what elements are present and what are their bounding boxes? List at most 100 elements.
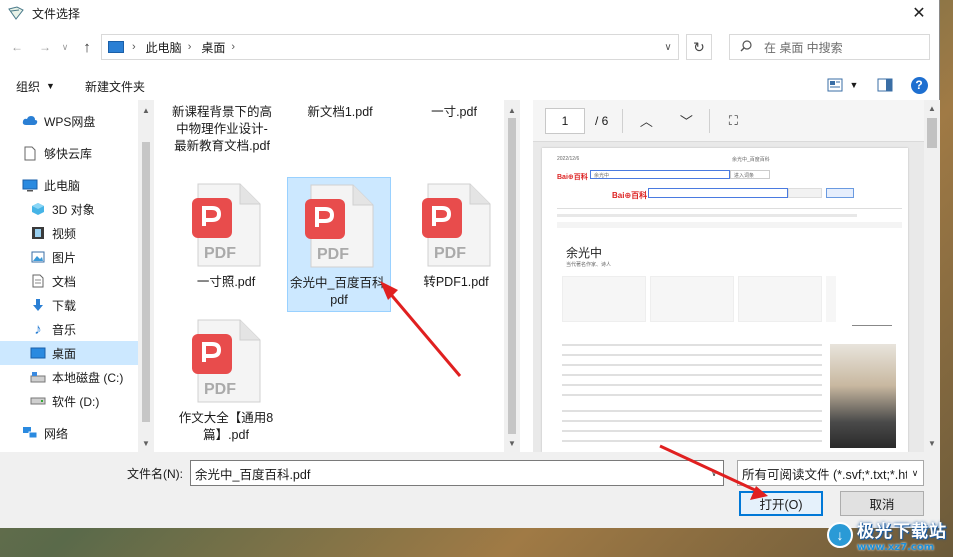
file-item-selected[interactable]: PDF 余光中_百度百科.pdf — [287, 177, 391, 312]
file-name: 转PDF1.pdf — [423, 275, 489, 289]
svg-text:PDF: PDF — [317, 246, 349, 263]
scrollbar-thumb[interactable] — [927, 118, 937, 148]
search-placeholder: 在 桌面 中搜索 — [764, 40, 843, 55]
window-title: 文件选择 — [32, 6, 81, 21]
desktop-icon — [30, 345, 46, 361]
sidebar-item-label: 本地磁盘 (C:) — [52, 370, 124, 385]
app-icon — [8, 6, 24, 20]
organize-button[interactable]: 组织 ▼ — [16, 78, 55, 95]
address-bar[interactable]: › 此电脑 › 桌面 › — [101, 34, 679, 60]
open-button[interactable]: 打开(O) — [739, 491, 823, 516]
svg-text:PDF: PDF — [204, 245, 236, 262]
help-button[interactable]: ? — [908, 74, 930, 96]
cancel-button[interactable]: 取消 — [840, 491, 924, 516]
file-type-filter[interactable]: 所有可阅读文件 (*.svf;*.txt;*.ht ∨ — [737, 460, 924, 486]
drive-icon — [30, 369, 46, 385]
up-arrow-icon[interactable]: ↑ — [76, 36, 98, 58]
filename-input[interactable]: 余光中_百度百科.pdf ∨ — [190, 460, 724, 486]
forward-arrow-icon[interactable]: → — [34, 36, 56, 58]
back-arrow-icon[interactable]: ← — [6, 36, 28, 58]
breadcrumb-desktop[interactable]: 桌面 — [201, 39, 225, 56]
refresh-button[interactable]: ↻ — [686, 34, 712, 60]
title-bar: 文件选择 ✕ — [0, 0, 939, 26]
navigation-pane: WPS网盘 够快云库 此电脑 3D 对象 视频 图片 文档 下载 ♪ 音乐 桌面… — [0, 100, 154, 452]
fit-page-icon[interactable]: ⛶ — [718, 108, 748, 134]
pdf-file-icon: PDF — [190, 318, 262, 404]
file-name: 作文大全【通用8篇】.pdf — [178, 411, 274, 442]
sidebar-item-network[interactable]: 网络 — [0, 421, 138, 445]
file-name: 新文档1.pdf — [307, 105, 373, 119]
sidebar-item-desktop[interactable]: 桌面 — [0, 341, 138, 365]
preview-toolbar: 1 / 6 ︿ ﹀ ⛶ — [533, 100, 940, 142]
doc-person-name: 余光中 — [566, 246, 603, 260]
previous-page-icon[interactable]: ︿ — [631, 108, 661, 134]
scrollbar-thumb[interactable] — [508, 118, 516, 434]
file-item[interactable]: 新课程背景下的高中物理作业设计-最新教育文档.pdf — [170, 104, 274, 155]
preview-scrollbar[interactable]: ▲ ▼ — [924, 100, 940, 452]
file-item[interactable]: PDF 一寸照.pdf — [174, 182, 278, 291]
new-folder-button[interactable]: 新建文件夹 — [85, 78, 145, 95]
sidebar-item-gokuai[interactable]: 够快云库 — [0, 141, 138, 165]
sidebar-item-videos[interactable]: 视频 — [0, 221, 138, 245]
file-list-scrollbar[interactable]: ▲ ▼ — [504, 100, 520, 452]
sidebar-item-3d-objects[interactable]: 3D 对象 — [0, 197, 138, 221]
page-number-input[interactable]: 1 — [545, 107, 585, 134]
chevron-right-icon[interactable]: › — [231, 41, 235, 53]
pdf-file-icon: PDF — [190, 182, 262, 268]
sidebar-item-downloads[interactable]: 下载 — [0, 293, 138, 317]
caret-down-icon[interactable]: ▼ — [848, 74, 860, 96]
sidebar-item-label: 3D 对象 — [52, 202, 95, 217]
chevron-right-icon[interactable]: › — [132, 41, 136, 53]
sidebar-item-label: 文档 — [52, 274, 77, 289]
sidebar-item-label: WPS网盘 — [44, 114, 96, 129]
breadcrumb-this-pc[interactable]: 此电脑 — [146, 39, 182, 56]
sidebar-item-pictures[interactable]: 图片 — [0, 245, 138, 269]
file-item[interactable]: PDF 转PDF1.pdf — [404, 182, 508, 291]
sidebar-item-local-disk-c[interactable]: 本地磁盘 (C:) — [0, 365, 138, 389]
scroll-up-icon[interactable]: ▲ — [508, 106, 516, 115]
watermark-logo-icon: ↓ — [827, 522, 853, 548]
pdf-file-icon: PDF — [303, 183, 375, 269]
view-controls: ▼ ? — [818, 74, 930, 96]
sidebar-scrollbar[interactable]: ▲ ▼ — [138, 100, 154, 452]
scroll-down-icon[interactable]: ▼ — [142, 439, 150, 448]
sidebar-item-label: 下载 — [52, 298, 77, 313]
scroll-up-icon[interactable]: ▲ — [928, 104, 936, 113]
divider — [709, 108, 711, 133]
scroll-up-icon[interactable]: ▲ — [142, 106, 150, 115]
baidu-logo: Bai⊕百科 — [557, 174, 588, 181]
file-name: 一寸.pdf — [431, 105, 477, 119]
svg-text:PDF: PDF — [204, 381, 236, 398]
close-button[interactable]: ✕ — [899, 0, 939, 26]
document-icon — [22, 145, 38, 161]
file-item[interactable]: PDF 作文大全【通用8篇】.pdf — [174, 318, 278, 444]
preview-pane-icon[interactable] — [874, 74, 896, 96]
file-name: 新课程背景下的高中物理作业设计-最新教育文档.pdf — [171, 105, 272, 153]
address-dropdown-icon[interactable]: ∨ — [657, 34, 679, 60]
recent-locations-chevron-icon[interactable]: ∨ — [58, 36, 72, 58]
scroll-down-icon[interactable]: ▼ — [508, 439, 516, 448]
caret-down-icon: ▼ — [46, 81, 55, 91]
sidebar-item-software-d[interactable]: 软件 (D:) — [0, 389, 138, 413]
sidebar-item-label: 软件 (D:) — [52, 394, 100, 409]
file-item[interactable]: 新文档1.pdf — [288, 104, 392, 121]
scrollbar-thumb[interactable] — [142, 142, 150, 422]
next-page-icon[interactable]: ﹀ — [671, 108, 701, 134]
file-picker-dialog: 文件选择 ✕ ← → ∨ ↑ › 此电脑 › 桌面 › ∨ ↻ 在 桌面 中搜索… — [0, 0, 940, 528]
file-list: 新课程背景下的高中物理作业设计-最新教育文档.pdf 新文档1.pdf 一寸.p… — [154, 100, 520, 452]
pdf-file-icon: PDF — [420, 182, 492, 268]
sidebar-item-this-pc[interactable]: 此电脑 — [0, 173, 138, 197]
filename-dropdown-icon[interactable]: ∨ — [705, 461, 723, 485]
filter-dropdown-icon[interactable]: ∨ — [907, 461, 923, 485]
sidebar-item-label: 图片 — [52, 250, 77, 265]
sidebar-item-wps-cloud[interactable]: WPS网盘 — [0, 109, 138, 133]
view-mode-icon[interactable] — [824, 74, 846, 96]
scroll-down-icon[interactable]: ▼ — [928, 439, 936, 448]
chevron-right-icon[interactable]: › — [188, 41, 192, 53]
sidebar-item-label: 网络 — [44, 426, 69, 441]
file-item[interactable]: 一寸.pdf — [402, 104, 506, 121]
search-input[interactable]: 在 桌面 中搜索 — [729, 34, 930, 60]
sidebar-item-documents[interactable]: 文档 — [0, 269, 138, 293]
sidebar-item-music[interactable]: ♪ 音乐 — [0, 317, 138, 341]
dialog-footer: 文件名(N): 余光中_百度百科.pdf ∨ 所有可阅读文件 (*.svf;*.… — [0, 452, 940, 528]
